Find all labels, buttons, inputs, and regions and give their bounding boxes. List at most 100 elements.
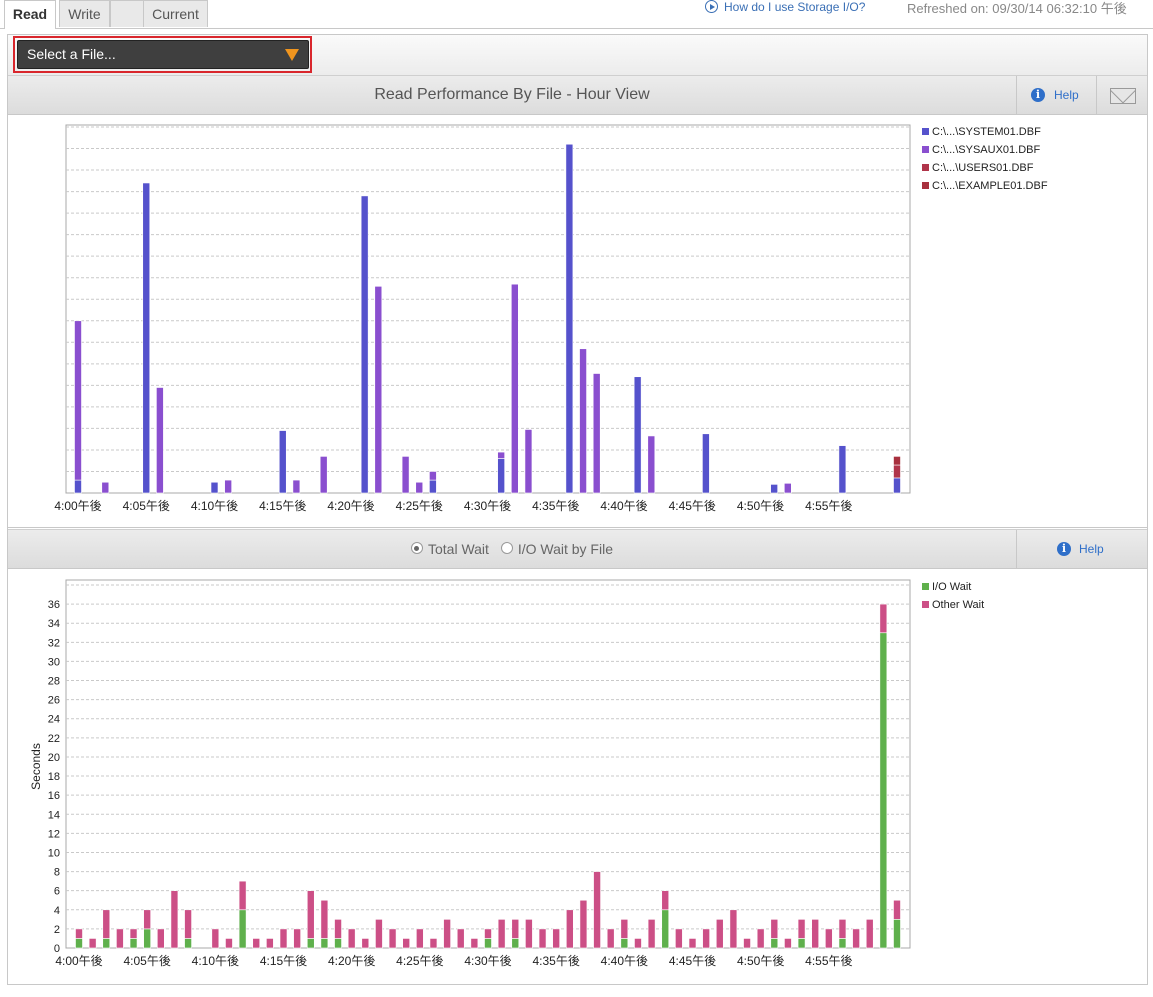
bar <box>415 481 424 494</box>
bar <box>715 919 724 949</box>
legend-label: C:\...\SYSAUX01.DBF <box>932 144 1040 156</box>
bar <box>334 938 342 949</box>
bar <box>893 919 901 949</box>
bar <box>484 938 492 949</box>
file-select-dropdown[interactable]: Select a File... <box>17 40 309 69</box>
read-performance-chart: 4:00午後 4:05午後 4:10午後 4:15午後 4:20午後 4:25午後 4:30… <box>54 124 1048 513</box>
bar <box>74 479 82 494</box>
bar <box>306 938 315 949</box>
bar <box>225 938 233 949</box>
wait-help-button[interactable]: i Help <box>1016 530 1148 568</box>
x-tick-label: 4:55午後 <box>805 499 852 513</box>
x-tick-label: 4:45午後 <box>669 954 716 968</box>
bar <box>797 919 806 939</box>
y-tick-label: 8 <box>54 867 60 879</box>
wait-mode-radios: Total Wait I/O Wait by File <box>8 530 1016 568</box>
bar <box>401 456 410 494</box>
bar <box>675 928 683 949</box>
bar <box>484 928 492 939</box>
x-tick-label: 4:00午後 <box>55 954 102 968</box>
x-tick-label: 4:20午後 <box>328 954 375 968</box>
bar <box>593 871 601 949</box>
bar <box>129 938 138 949</box>
bar <box>565 143 574 494</box>
bar <box>511 919 520 939</box>
bar <box>456 928 465 949</box>
radio-unselected-icon <box>500 542 513 554</box>
bar <box>374 286 383 494</box>
y-tick-label: 32 <box>48 637 60 649</box>
x-tick-label: 4:15午後 <box>260 954 307 968</box>
bar <box>838 445 847 494</box>
bar <box>688 938 697 949</box>
tab-current[interactable]: Current <box>143 0 208 27</box>
bar <box>416 928 424 949</box>
bar <box>142 182 151 494</box>
x-tick-label: 4:50午後 <box>737 954 784 968</box>
bar <box>429 471 437 481</box>
bar <box>74 320 82 481</box>
read-help-button[interactable]: i Help <box>1016 76 1097 114</box>
x-tick-label: 4:25午後 <box>396 499 443 513</box>
bar <box>497 451 505 459</box>
bar <box>429 938 438 949</box>
x-tick-label: 4:45午後 <box>669 499 716 513</box>
bar <box>770 484 778 494</box>
x-tick-label: 4:25午後 <box>396 954 443 968</box>
bar <box>893 456 901 466</box>
bar <box>306 890 315 939</box>
bar <box>579 348 587 494</box>
bar <box>157 928 165 949</box>
x-tick-label: 4:40午後 <box>600 499 647 513</box>
tab-write[interactable]: Write <box>59 0 110 27</box>
bar <box>702 928 710 949</box>
y-axis-label: Seconds <box>29 743 43 790</box>
read-panel-header: Read Performance By File - Hour View i H… <box>8 75 1147 115</box>
bar <box>293 928 301 949</box>
radio-io-wait-by-file[interactable]: I/O Wait by File <box>500 530 613 568</box>
bar <box>702 433 710 494</box>
y-tick-label: 10 <box>48 847 60 859</box>
bar <box>211 928 220 949</box>
bar <box>565 909 574 949</box>
x-tick-label: 4:55午後 <box>805 954 852 968</box>
radio-total-wait[interactable]: Total Wait <box>410 530 489 568</box>
x-tick-label: 4:00午後 <box>54 499 101 513</box>
legend-label: I/O Wait <box>932 581 971 593</box>
y-tick-label: 30 <box>48 656 60 668</box>
y-tick-label: 12 <box>48 828 60 840</box>
y-tick-label: 18 <box>48 771 60 783</box>
bar <box>825 928 833 949</box>
file-select-label: Select a File... <box>27 46 116 62</box>
email-button[interactable] <box>1096 76 1148 114</box>
x-tick-label: 4:35午後 <box>532 954 579 968</box>
bar <box>865 919 874 949</box>
bar <box>497 919 506 949</box>
tab-read[interactable]: Read <box>4 0 56 29</box>
bar <box>184 938 192 949</box>
legend-swatch <box>922 182 929 189</box>
howto-link[interactable]: How do I use Storage I/O? <box>705 0 865 14</box>
bar <box>620 938 629 949</box>
y-tick-label: 26 <box>48 695 60 707</box>
bar <box>143 909 151 930</box>
bar <box>75 928 83 939</box>
radio-io-wait-by-file-label: I/O Wait by File <box>517 541 613 557</box>
info-icon: i <box>1057 542 1071 556</box>
bar <box>334 919 342 939</box>
tab-blank[interactable] <box>110 0 144 27</box>
howto-label: How do I use Storage I/O? <box>724 0 866 14</box>
plot-area <box>65 579 911 949</box>
bar <box>375 919 383 949</box>
bar <box>743 938 751 949</box>
bar <box>388 928 397 949</box>
x-tick-label: 4:35午後 <box>532 499 579 513</box>
bar <box>633 376 642 494</box>
bar <box>143 928 151 949</box>
legend-swatch <box>922 601 929 608</box>
legend-label: Other Wait <box>932 599 984 611</box>
x-tick-label: 4:05午後 <box>123 499 170 513</box>
x-tick-label: 4:30午後 <box>464 954 511 968</box>
x-tick-label: 4:10午後 <box>191 499 238 513</box>
play-icon <box>705 0 718 13</box>
